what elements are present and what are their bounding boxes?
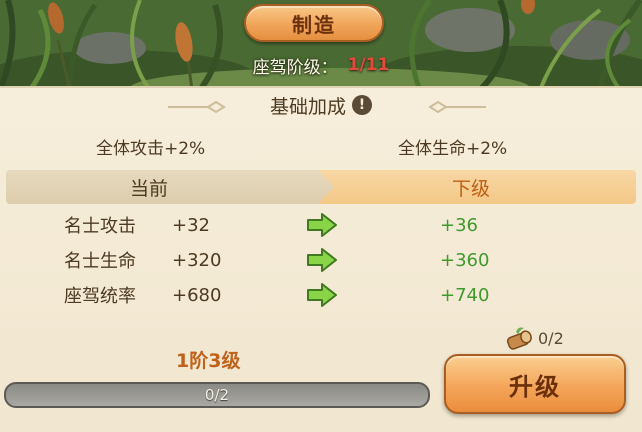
stat-row: 名士生命 +320 +360	[0, 245, 642, 275]
stat-next-value: +360	[440, 249, 490, 271]
green-arrow-icon	[307, 283, 337, 307]
stat-next-value: +36	[440, 214, 478, 236]
material-count: 0/2	[538, 328, 564, 348]
stat-next-value: +740	[440, 284, 490, 306]
left-ornament-icon	[168, 100, 226, 114]
tier-label: 座驾阶级：	[252, 57, 338, 78]
base-bonus-title-text: 基础加成	[269, 95, 346, 118]
stat-row: 座驾统率 +680 +740	[0, 280, 642, 310]
current-header-label: 当前	[130, 177, 169, 200]
next-header-label: 下级	[452, 177, 491, 200]
exclamation-icon[interactable]: !	[352, 95, 372, 115]
all-hp-bonus: 全体生命+2%	[398, 139, 508, 159]
base-bonus-title: 基础加成 !	[238, 92, 404, 118]
stat-label: 名士生命	[64, 251, 136, 272]
current-header-bar	[6, 170, 336, 204]
stat-current-value: +32	[172, 214, 210, 236]
level-progress-bar: 0/2	[4, 382, 430, 408]
green-arrow-icon	[307, 248, 337, 272]
craft-button[interactable]: 制造	[244, 4, 384, 42]
wood-log-icon	[506, 327, 532, 350]
stat-current-value: +680	[172, 284, 222, 306]
upgrade-button[interactable]: 升级	[444, 354, 626, 414]
vehicle-upgrade-screen: 制造 座驾阶级： 1/11 基础加成 ! 全体攻击+2% 全体生命+2% 当前 …	[0, 0, 642, 432]
progress-text: 0/2	[204, 386, 230, 404]
vehicle-tier-line: 座驾阶级： 1/11	[0, 52, 642, 78]
stat-current-value: +320	[172, 249, 222, 271]
tier-value: 1/11	[347, 55, 390, 75]
level-text: 1阶3级	[176, 349, 241, 372]
stat-label: 座驾统率	[64, 286, 136, 307]
stat-label: 名士攻击	[64, 216, 136, 237]
right-ornament-icon	[428, 100, 486, 114]
green-arrow-icon	[307, 213, 337, 237]
stat-row: 名士攻击 +32 +36	[0, 210, 642, 240]
all-attack-bonus: 全体攻击+2%	[96, 139, 206, 159]
